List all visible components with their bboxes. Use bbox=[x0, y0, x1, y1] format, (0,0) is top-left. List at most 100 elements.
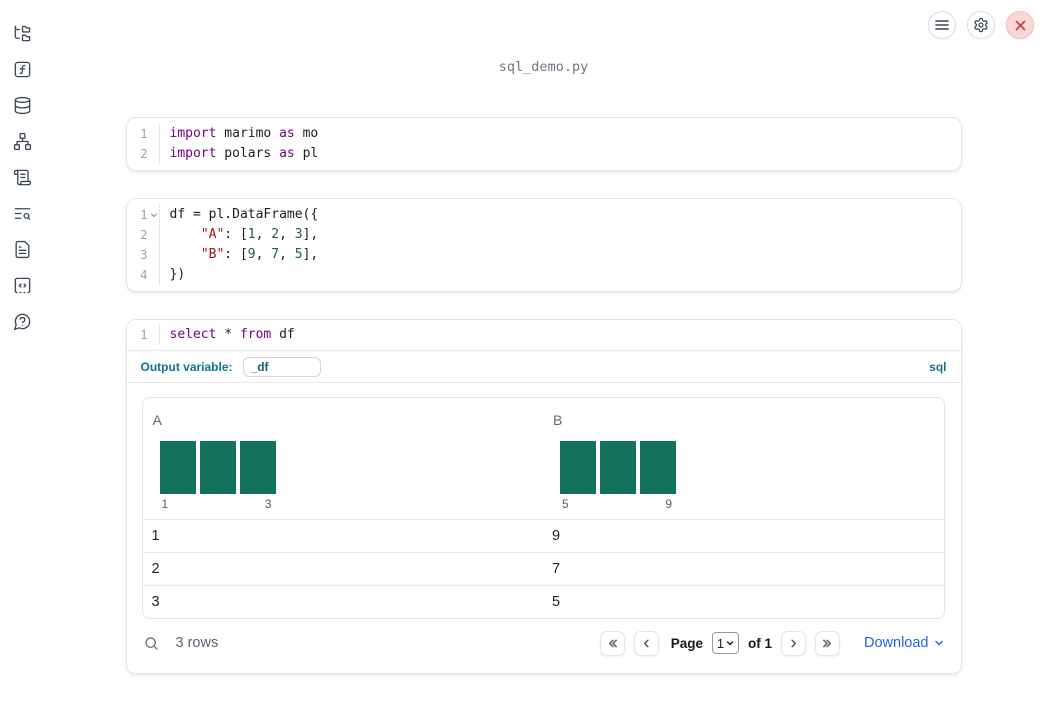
sql-cell[interactable]: 1 select * from df Output variable: sql A bbox=[125, 319, 962, 674]
histogram-bars bbox=[159, 441, 276, 494]
code-editor[interactable]: 1 df = pl.DataFrame({2 "A": [1, 2, 3], 3 "… bbox=[127, 199, 961, 291]
code-editor[interactable]: 1 select * from df bbox=[126, 320, 961, 351]
code-line[interactable]: 2 "A": [1, 2, 3], bbox=[127, 225, 961, 245]
table-row[interactable]: 35 bbox=[142, 585, 944, 618]
sidebar-item-variables[interactable] bbox=[0, 51, 44, 87]
table-cell: 1 bbox=[151, 528, 160, 544]
menu-button[interactable] bbox=[928, 11, 956, 39]
column-header-a: A 1 3 bbox=[143, 412, 544, 513]
sidebar-item-documentation[interactable] bbox=[0, 231, 44, 267]
histogram-min-label: 5 bbox=[562, 497, 569, 511]
last-page-button[interactable] bbox=[815, 630, 840, 656]
table-cell: 5 bbox=[552, 594, 561, 610]
scroll-icon bbox=[13, 168, 32, 187]
download-label: Download bbox=[864, 635, 929, 651]
database-icon bbox=[13, 96, 32, 115]
shutdown-button[interactable] bbox=[1006, 11, 1034, 39]
previous-page-button[interactable] bbox=[633, 630, 659, 656]
code-line[interactable]: 3 "B": [9, 7, 5], bbox=[127, 245, 961, 265]
code-text: "A": [1, 2, 3], bbox=[200, 227, 319, 242]
code-line[interactable]: 1 select * from df bbox=[127, 325, 961, 345]
line-number: 1 bbox=[127, 325, 160, 345]
chevrons-right-icon bbox=[821, 637, 834, 650]
column-label[interactable]: B bbox=[543, 412, 944, 429]
code-line[interactable]: 4}) bbox=[127, 265, 961, 285]
sidebar bbox=[0, 0, 44, 713]
sidebar-item-logs[interactable] bbox=[0, 159, 44, 195]
function-icon bbox=[13, 60, 32, 79]
sidebar-item-datasources[interactable] bbox=[0, 87, 44, 123]
table-row[interactable]: 19 bbox=[142, 519, 944, 552]
next-page-button[interactable] bbox=[781, 630, 806, 656]
chevron-down-icon bbox=[726, 639, 734, 647]
table-cell: 2 bbox=[151, 561, 160, 577]
code-cell-imports[interactable]: 1 import marimo as mo 2 import polars as pl bbox=[125, 117, 962, 171]
line-number: 2 bbox=[127, 144, 160, 164]
notebook-filename: sql_demo.py bbox=[498, 59, 589, 75]
sidebar-item-help[interactable] bbox=[0, 303, 44, 339]
chevrons-left-icon bbox=[606, 637, 619, 650]
sidebar-item-dependencies[interactable] bbox=[0, 123, 44, 159]
table-body: 192735 bbox=[142, 519, 944, 618]
histogram-bar[interactable] bbox=[560, 441, 596, 494]
chevron-left-icon bbox=[640, 637, 653, 650]
code-cell-dataframe[interactable]: 1 df = pl.DataFrame({2 "A": [1, 2, 3], 3 "… bbox=[125, 198, 962, 292]
code-snippet-icon bbox=[13, 276, 32, 295]
column-label[interactable]: A bbox=[143, 412, 544, 429]
sidebar-item-tracing[interactable] bbox=[0, 195, 44, 231]
language-badge[interactable]: sql bbox=[929, 360, 946, 374]
gear-icon bbox=[973, 17, 989, 33]
histogram-bar[interactable] bbox=[600, 441, 636, 494]
column-histogram-b: 5 9 bbox=[560, 441, 676, 513]
code-text: select * from df bbox=[169, 327, 295, 342]
code-text: "B": [9, 7, 5], bbox=[200, 247, 319, 262]
notebook-main: sql_demo.py 1 import marimo as mo 2 import … bbox=[44, 59, 1043, 674]
code-line[interactable]: 1 df = pl.DataFrame({ bbox=[127, 205, 961, 225]
line-number: 2 bbox=[127, 225, 160, 245]
hamburger-icon bbox=[935, 19, 949, 31]
row-count: 3 rows bbox=[175, 635, 219, 651]
cell-output-area: A 1 3 B 5 9 1 9 2 7 3 5 3 rows Page 1 of… bbox=[127, 383, 961, 673]
table-footer: 3 rows Page 1 of 1 Download bbox=[142, 625, 945, 661]
dataframe-table: A 1 3 B 5 9 1 9 2 7 3 5 bbox=[141, 397, 945, 619]
document-icon bbox=[13, 240, 32, 259]
sidebar-item-snippets[interactable] bbox=[0, 267, 44, 303]
first-page-button[interactable] bbox=[599, 630, 625, 656]
output-variable-bar: Output variable: sql bbox=[126, 351, 961, 383]
code-editor[interactable]: 1 import marimo as mo 2 import polars as pl bbox=[127, 118, 961, 170]
code-text: import marimo as mo bbox=[169, 126, 319, 141]
histogram-bar[interactable] bbox=[199, 441, 236, 494]
table-row[interactable]: 27 bbox=[142, 552, 944, 585]
histogram-axis-labels: 5 9 bbox=[560, 497, 676, 513]
settings-button[interactable] bbox=[967, 11, 995, 39]
line-number: 1 bbox=[127, 124, 160, 144]
column-histogram-a: 1 3 bbox=[159, 441, 276, 513]
chevron-down-icon bbox=[934, 638, 944, 648]
histogram-bar[interactable] bbox=[159, 441, 196, 494]
code-text: df = pl.DataFrame({ bbox=[169, 207, 319, 222]
search-icon[interactable] bbox=[143, 635, 160, 652]
line-number: 3 bbox=[127, 245, 160, 265]
fold-chevron-icon[interactable] bbox=[150, 211, 159, 220]
table-cell: 9 bbox=[552, 528, 561, 544]
output-variable-label: Output variable: bbox=[140, 359, 233, 374]
histogram-min-label: 1 bbox=[161, 497, 169, 511]
histogram-bars bbox=[560, 441, 676, 494]
sidebar-item-file-explorer[interactable] bbox=[0, 15, 44, 51]
page-select-value: 1 bbox=[716, 635, 725, 651]
column-header-b: B 5 9 bbox=[543, 412, 944, 513]
line-number: 4 bbox=[127, 265, 160, 285]
histogram-bar[interactable] bbox=[640, 441, 676, 494]
page-select[interactable]: 1 bbox=[711, 632, 739, 654]
histogram-axis-labels: 1 3 bbox=[160, 497, 276, 513]
chevron-right-icon bbox=[787, 637, 800, 650]
download-button[interactable]: Download bbox=[864, 635, 944, 651]
line-number: 1 bbox=[127, 205, 160, 225]
cell-list: 1 import marimo as mo 2 import polars as pl… bbox=[125, 117, 962, 674]
code-line[interactable]: 1 import marimo as mo bbox=[127, 124, 961, 144]
histogram-bar[interactable] bbox=[239, 441, 276, 494]
close-icon bbox=[1015, 20, 1026, 31]
output-variable-input[interactable] bbox=[242, 356, 321, 377]
code-line[interactable]: 2 import polars as pl bbox=[127, 144, 961, 164]
page-of-label: of 1 bbox=[747, 635, 772, 651]
